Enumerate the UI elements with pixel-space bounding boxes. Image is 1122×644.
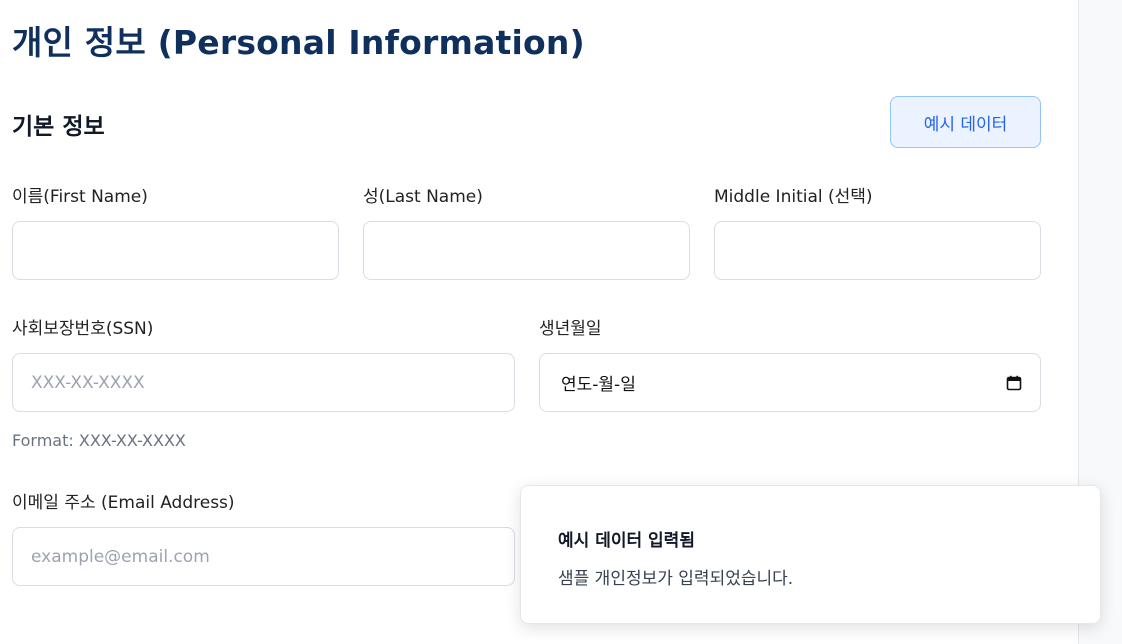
ssn-format-hint: Format: XXX-XX-XXXX bbox=[12, 431, 186, 450]
last-name-input[interactable] bbox=[363, 221, 690, 280]
email-label: 이메일 주소 (Email Address) bbox=[12, 493, 235, 513]
birthdate-display: 연도-월-일 bbox=[561, 375, 636, 395]
toast-description: 샘플 개인정보가 입력되었습니다. bbox=[558, 569, 794, 589]
birthdate-input[interactable]: 연도-월-일 bbox=[539, 353, 1041, 412]
page-title: 개인 정보 (Personal Information) bbox=[12, 23, 585, 62]
first-name-label: 이름(First Name) bbox=[12, 187, 148, 207]
toast-title: 예시 데이터 입력됨 bbox=[558, 531, 695, 551]
calendar-icon[interactable] bbox=[1006, 375, 1022, 391]
middle-initial-input[interactable] bbox=[714, 221, 1041, 280]
last-name-label: 성(Last Name) bbox=[363, 187, 483, 207]
ssn-input[interactable] bbox=[12, 353, 515, 412]
middle-initial-label: Middle Initial (선택) bbox=[714, 187, 873, 207]
section-title: 기본 정보 bbox=[12, 114, 105, 140]
birthdate-label: 생년월일 bbox=[539, 319, 602, 339]
ssn-label: 사회보장번호(SSN) bbox=[12, 319, 154, 339]
example-data-button[interactable]: 예시 데이터 bbox=[890, 96, 1041, 148]
email-input[interactable] bbox=[12, 527, 515, 586]
toast-notification[interactable]: 예시 데이터 입력됨 샘플 개인정보가 입력되었습니다. bbox=[520, 485, 1101, 624]
first-name-input[interactable] bbox=[12, 221, 339, 280]
